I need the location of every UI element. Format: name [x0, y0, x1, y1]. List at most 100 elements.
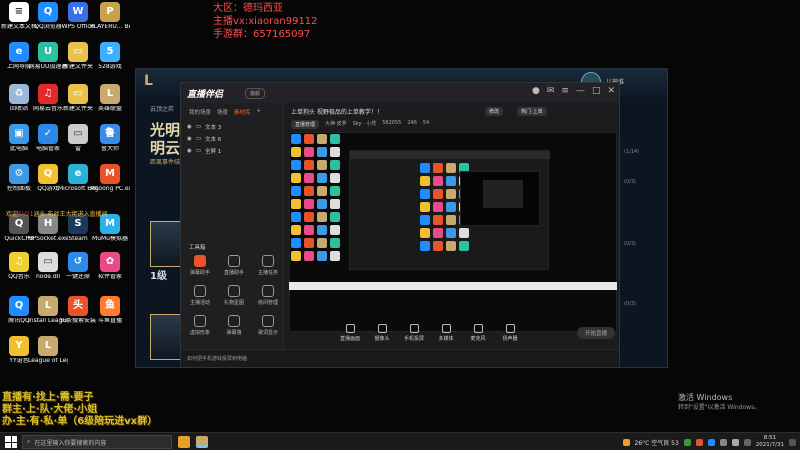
tab-my-scenes[interactable]: 我的场景: [189, 108, 211, 116]
tab-tft[interactable]: 云顶之弈: [150, 104, 174, 113]
tool-button[interactable]: 直播助手: [219, 255, 249, 276]
preview-icon: [433, 215, 443, 225]
tab-materials[interactable]: 素材库: [234, 108, 251, 116]
tray-app-icon[interactable]: [707, 438, 715, 446]
lock-icon[interactable]: ▭: [196, 124, 201, 130]
taskbar-search[interactable]: ⌕ 在这里输入你要搜索的内容: [22, 435, 172, 449]
notification-icon[interactable]: [789, 438, 796, 446]
source-item[interactable]: ◉ ▭ 文本 6: [181, 133, 283, 145]
preview-icon: [304, 147, 314, 157]
microphone-button[interactable]: 麦克风: [465, 324, 491, 342]
start-button[interactable]: [5, 436, 17, 448]
avatar-icon[interactable]: ●: [532, 86, 540, 96]
tool-button[interactable]: 弹幕助手: [185, 255, 215, 276]
version-badge[interactable]: 旗舰: [245, 88, 266, 99]
desktop-icon[interactable]: 鲁鲁大师: [90, 124, 130, 152]
tray-app-icon[interactable]: [695, 438, 703, 446]
tool-button[interactable]: 弹幕墙: [219, 315, 249, 336]
app-icon: ✓: [38, 124, 58, 144]
tool-button[interactable]: 主播任务: [253, 255, 283, 276]
tool-button[interactable]: 歌词显示: [253, 315, 283, 336]
tool-icon: [262, 255, 274, 267]
preview-icon: [330, 251, 340, 261]
tool-button[interactable]: 礼物星图: [219, 285, 249, 306]
tool-label: 礼物星图: [223, 300, 244, 306]
overlay-streamer-vx: 主播vx:xiaoran99112: [213, 16, 318, 27]
edit-title-button[interactable]: 修改: [485, 107, 504, 116]
stream-preview[interactable]: [289, 132, 617, 332]
minimize-icon[interactable]: —: [576, 86, 585, 96]
stream-info-overlay: 大区：德玛西亚 主播vx:xiaoran99112 手游群：657165097: [213, 2, 318, 41]
source-item[interactable]: ◉ ▭ 文本 3: [181, 121, 283, 133]
menu-icon[interactable]: ≡: [561, 86, 569, 96]
preview-icon: [291, 238, 301, 248]
weather-text[interactable]: 26°C 空气良 53: [635, 438, 679, 447]
close-icon[interactable]: ✕: [607, 86, 615, 96]
tool-button[interactable]: 房间管理: [253, 285, 283, 306]
tool-label: 直播助手: [223, 270, 244, 276]
taskbar: ⌕ 在这里输入你要搜索的内容 26°C 空气良 53 8:51 2021/7/3…: [0, 432, 800, 450]
help-link[interactable]: 如何把手机游戏投屏到电脑: [187, 356, 247, 362]
message-icon[interactable]: ✉: [547, 86, 555, 96]
tool-button[interactable]: 主播活动: [185, 285, 215, 306]
overlay-server: 大区：德玛西亚: [213, 3, 283, 14]
desktop-icon[interactable]: 5 528游戏: [90, 42, 130, 70]
desktop-icon[interactable]: P PLAYERU... BATTLEGR...: [90, 2, 130, 30]
tool-button[interactable]: 虚拟形象: [185, 315, 215, 336]
eye-icon[interactable]: ◉: [187, 124, 192, 130]
category-button[interactable]: 热门·上单: [517, 107, 547, 116]
taskbar-app-folder[interactable]: [178, 436, 190, 448]
scene-screen-button[interactable]: 直播画面: [337, 324, 363, 342]
preview-icon: [330, 160, 340, 170]
desktop-icon[interactable]: L 英雄联盟: [90, 84, 130, 112]
champion-card[interactable]: [150, 221, 184, 267]
phone-cast-button[interactable]: 手机投屏: [401, 324, 427, 342]
source-item[interactable]: ◉ ▭ 全屏 1: [181, 145, 283, 157]
champion-card[interactable]: [150, 314, 184, 360]
bottom-toolbar: 直播画面 摄像头 手机投屏 多媒体 麦克风 扬声器 开始直播: [285, 319, 621, 351]
app-icon: ≡: [9, 2, 29, 22]
app-icon: 鲁: [100, 124, 120, 144]
app-icon: 鱼: [100, 296, 120, 316]
taskbar-app-league[interactable]: [196, 436, 208, 448]
preview-icons: [291, 134, 340, 261]
eye-icon[interactable]: ◉: [187, 136, 192, 142]
camera-button[interactable]: 摄像头: [369, 324, 395, 342]
ime-icon[interactable]: [743, 438, 751, 446]
stream-title[interactable]: 上单狗头 视野极品的上单教学！！: [291, 107, 383, 116]
weather-icon[interactable]: [622, 438, 630, 446]
preview-icon: [317, 199, 327, 209]
lock-icon[interactable]: ▭: [196, 136, 201, 142]
tab-scenes[interactable]: 场景: [217, 108, 228, 116]
app-icon: e: [9, 42, 29, 62]
preview-icon: [291, 225, 301, 235]
desktop-icon-label: 软件管家: [97, 274, 122, 280]
desktop-icon[interactable]: ✿ 软件管家: [90, 252, 130, 280]
speaker-button[interactable]: 扬声器: [497, 324, 523, 342]
add-scene-icon[interactable]: +: [257, 108, 262, 116]
tool-label: 房间管理: [257, 300, 278, 306]
network-icon[interactable]: [719, 438, 727, 446]
preview-icon: [304, 173, 314, 183]
eye-icon[interactable]: ◉: [187, 148, 192, 154]
taskbar-clock[interactable]: 8:51 2021/7/31: [756, 435, 784, 449]
app-icon: ▭: [38, 252, 58, 272]
preview-icon: [304, 238, 314, 248]
preview-icon: [317, 212, 327, 222]
desktop-icon[interactable]: 鱼斗鱼直播: [90, 296, 130, 324]
app-icon: ▭: [68, 42, 88, 62]
volume-icon[interactable]: [731, 438, 739, 446]
desktop-icon[interactable]: L League of Legends: [28, 336, 68, 364]
league-logo-icon: L: [144, 73, 153, 89]
preview-icon: [291, 147, 301, 157]
stream-companion-window[interactable]: 直播伴侣 旗舰 ● ✉ ≡ — □ ✕ 我的场景 场景 素材库 + ◉ ▭ 文本 3…: [180, 82, 620, 368]
tray-app-icon[interactable]: [683, 438, 691, 446]
maximize-icon[interactable]: □: [592, 86, 601, 96]
desktop-icon[interactable]: M MuMu模拟器: [90, 214, 130, 242]
lock-icon[interactable]: ▭: [196, 148, 201, 154]
multimedia-button[interactable]: 多媒体: [433, 324, 459, 342]
tool-label: 弹幕助手: [189, 270, 210, 276]
start-stream-button[interactable]: 开始直播: [576, 327, 615, 339]
desktop-icon[interactable]: M MLoong PC.exe: [90, 164, 130, 192]
desktop-icon-label: League of Legends: [28, 358, 68, 364]
